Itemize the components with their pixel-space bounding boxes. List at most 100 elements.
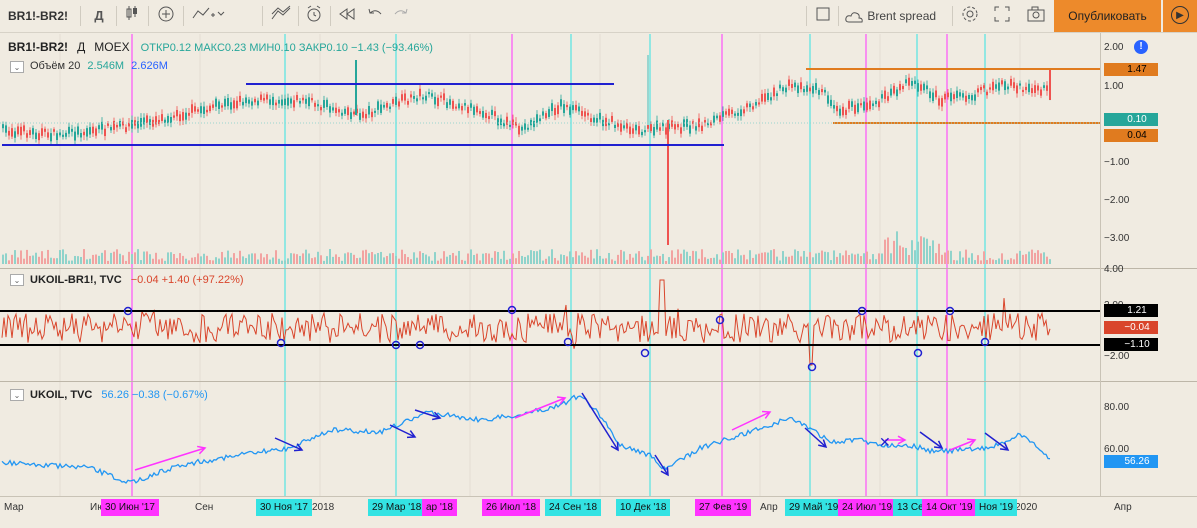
candle-body [740,109,742,117]
volume-bar [86,259,88,264]
price-axis[interactable] [1100,33,1101,496]
candle-body [587,112,589,116]
volume-bar [245,258,247,264]
candle-body [863,101,865,111]
volume-bar [224,257,226,264]
volume-bar [593,258,595,264]
candle-body [47,132,49,138]
x-tick-label: Сен [195,502,214,513]
candle-body [41,128,43,136]
candle-body [11,128,13,137]
candle-body [932,92,934,101]
volume-bar [44,258,46,264]
volume-bar [710,258,712,264]
volume-bar [434,252,436,264]
candle-body [755,102,757,106]
candle-body [611,115,613,122]
trend-arrow [514,397,566,419]
volume-bar [239,250,241,264]
pane-separator-2[interactable] [0,381,1197,382]
price-tag: 1.47 [1104,63,1158,76]
candle-body [848,100,850,109]
pane-separator-1[interactable] [0,268,1197,269]
volume-bar [431,260,433,264]
candle-body [944,93,946,100]
pane1-legend: BR1!-BR2! Д MOEX ОТКР0.12 МАКС0.23 МИН0.… [8,40,433,54]
candle-body [581,110,583,116]
candle-body [941,98,943,107]
volume-bar [467,253,469,264]
volume-bar [1016,253,1018,264]
volume-bar [920,236,922,264]
volume-bar [167,252,169,264]
volume-bar [155,252,157,264]
volume-bar [677,249,679,264]
candle-body [623,125,625,129]
volume-bar [458,250,460,264]
volume-bar [602,258,604,264]
volume-bar [842,255,844,264]
candle-body [794,82,796,88]
candle-body [947,92,949,98]
chart-canvas[interactable]: ✕ [0,0,1197,528]
candle-body [278,99,280,104]
candle-body [89,127,91,135]
volume-bar [401,249,403,264]
candle-body [314,102,316,107]
date-badge: 30 Ноя '17 [256,499,312,516]
volume-bar [974,260,976,264]
pane3-collapse-icon[interactable]: ⌄ [10,389,24,401]
volume-bar [464,260,466,264]
volume-bar [824,251,826,264]
volume-bar [878,253,880,264]
volume-collapse-icon[interactable]: ⌄ [10,61,24,73]
candle-body [374,110,376,113]
volume-bar [338,256,340,264]
info-icon[interactable]: ! [1134,40,1148,54]
candle-body [284,98,286,106]
candle-body [791,84,793,88]
price-tag: 0.10 [1104,113,1158,126]
candle-body [464,103,466,106]
pane1-interval: Д [77,40,86,54]
volume-bar [170,252,172,264]
volume-bar [299,255,301,264]
volume-bar [158,259,160,264]
volume-bar [32,255,34,264]
volume-bar [806,256,808,264]
volume-bar [257,259,259,264]
volume-bar [479,260,481,264]
volume-bar [731,253,733,264]
volume-bar [887,237,889,264]
volume-bar [188,260,190,264]
volume-bar [311,258,313,264]
candle-body [239,95,241,102]
volume-bar [377,252,379,264]
volume-bar [1049,259,1051,264]
volume-bar [968,257,970,264]
volume-bar [14,250,16,264]
candle-body [572,105,574,111]
candle-body [95,128,97,136]
candle-body [38,133,40,141]
volume-bar [161,258,163,264]
volume-bar [956,260,958,264]
candle-body [149,119,151,125]
candle-body [1010,78,1012,86]
candle-body [929,91,931,99]
pane2-collapse-icon[interactable]: ⌄ [10,274,24,286]
candle-body [902,85,904,90]
volume-bar [419,251,421,264]
volume-bar [680,253,682,264]
volume-bar [833,250,835,264]
candle-body [926,85,928,90]
candle-body [545,113,547,119]
volume-bar [278,258,280,264]
candle-body [191,104,193,113]
candle-body [518,125,520,135]
volume-value-1: 2.546M [87,60,125,72]
volume-bar [575,251,577,264]
candle-body [392,99,394,104]
candle-body [797,85,799,94]
candle-body [203,106,205,114]
